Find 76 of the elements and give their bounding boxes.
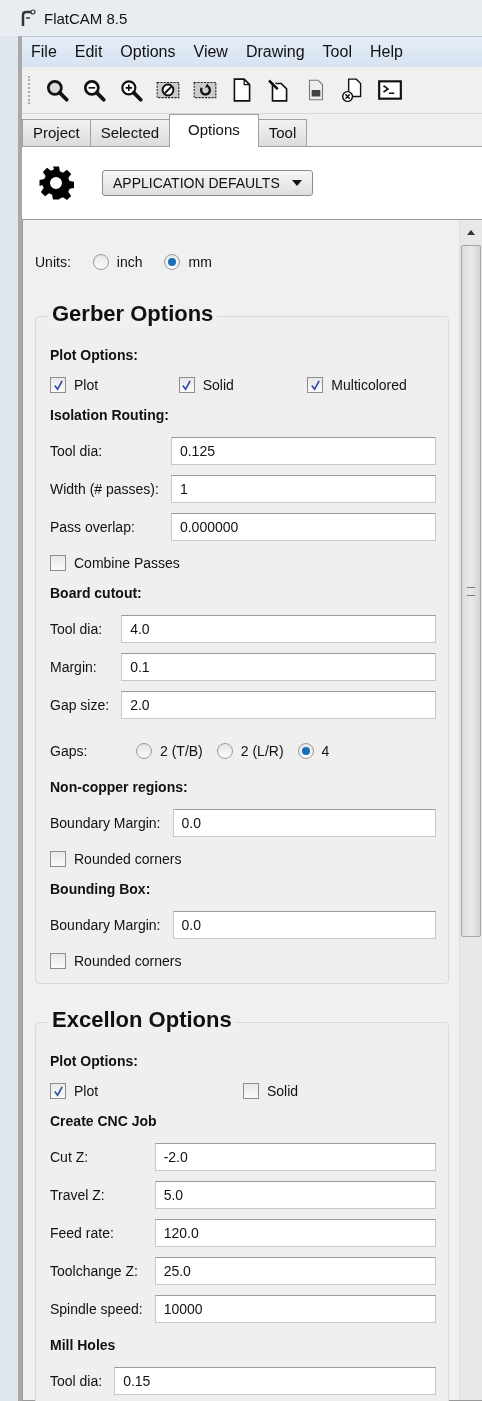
field-label: Margin: xyxy=(50,659,98,675)
checkbox[interactable]: Multicolored xyxy=(307,377,407,393)
field-label: Feed rate: xyxy=(50,1225,115,1241)
subheading: Mill Holes xyxy=(50,1337,116,1353)
subheading: Non-copper regions: xyxy=(50,779,188,795)
subheading: Isolation Routing: xyxy=(50,407,169,423)
field-label: Gap size: xyxy=(50,697,110,713)
input-field[interactable]: 0.1 xyxy=(121,653,436,681)
input-field[interactable]: 10000 xyxy=(154,1295,436,1323)
menu-item[interactable]: Edit xyxy=(65,43,112,61)
checkbox[interactable]: Plot xyxy=(50,1083,99,1099)
radio-option[interactable]: 2 (T/B) xyxy=(136,743,203,759)
menu-item[interactable]: Options xyxy=(111,43,185,61)
field-label: Width (# passes): xyxy=(50,481,159,497)
radio-option[interactable]: mm xyxy=(164,254,212,270)
field-label: Pass overlap: xyxy=(50,519,136,535)
field-label: Tool dia: xyxy=(50,443,104,459)
input-field[interactable]: 4.0 xyxy=(121,615,436,643)
scroll-up-icon[interactable] xyxy=(467,230,475,235)
input-field[interactable]: 2.0 xyxy=(121,691,436,719)
scrollbar[interactable] xyxy=(459,220,482,1400)
subheading: Board cutout: xyxy=(50,585,142,601)
zoom-out-icon[interactable] xyxy=(81,77,107,103)
checkbox[interactable]: Solid xyxy=(178,377,234,393)
tab[interactable]: Selected xyxy=(89,119,171,146)
field-label: Boundary Margin: xyxy=(50,815,161,831)
checkbox[interactable]: Rounded corners xyxy=(50,953,182,969)
terminal-icon[interactable] xyxy=(377,77,403,103)
field-label: Spindle speed: xyxy=(50,1301,143,1317)
input-field[interactable]: 0.000000 xyxy=(170,513,436,541)
subheading: Create CNC Job xyxy=(50,1113,157,1129)
checkbox[interactable]: Combine Passes xyxy=(50,555,180,571)
input-field[interactable]: 1 xyxy=(170,475,436,503)
checkbox[interactable]: Solid xyxy=(243,1083,299,1099)
checkmark-icon xyxy=(309,379,321,391)
field-label: Toolchange Z: xyxy=(50,1263,139,1279)
checkbox[interactable]: Rounded corners xyxy=(50,851,182,867)
input-field[interactable]: 0.125 xyxy=(170,437,436,465)
input-field[interactable]: 5.0 xyxy=(154,1181,436,1209)
subheading: Plot Options: xyxy=(50,347,138,363)
radio-option[interactable]: inch xyxy=(92,254,143,270)
window-title: FlatCAM 8.5 xyxy=(44,9,128,27)
field-label: Travel Z: xyxy=(50,1187,106,1203)
input-field[interactable]: 0.15 xyxy=(114,1367,436,1395)
units-label: Units: xyxy=(35,254,71,270)
field-label: Tool dia: xyxy=(50,621,104,637)
settings-icon xyxy=(38,165,74,201)
checkmark-icon xyxy=(181,379,193,391)
input-field[interactable]: 0.0 xyxy=(172,911,436,939)
menu-item[interactable]: Help xyxy=(360,43,412,61)
menu-item[interactable]: Tool xyxy=(313,43,361,61)
caret-icon xyxy=(291,180,302,186)
menu-item[interactable]: File xyxy=(22,43,66,61)
subheading: Plot Options: xyxy=(50,1053,138,1069)
zoom-in-icon[interactable] xyxy=(118,77,144,103)
radio-option[interactable]: 2 (L/R) xyxy=(216,743,284,759)
tab[interactable]: Project xyxy=(22,119,91,146)
menu-item[interactable]: View xyxy=(184,43,237,61)
checkmark-icon xyxy=(52,1085,64,1097)
magnifier-icon[interactable] xyxy=(44,77,70,103)
subheading: Bounding Box: xyxy=(50,881,151,897)
tab[interactable]: Tool xyxy=(257,119,308,146)
app-logo-icon xyxy=(20,9,36,27)
input-field[interactable]: -2.0 xyxy=(154,1143,436,1171)
preset-dropdown[interactable]: APPLICATION DEFAULTS xyxy=(102,170,313,196)
field-label: Gaps: xyxy=(50,743,89,759)
input-field[interactable]: 120.0 xyxy=(154,1219,436,1247)
menu-item[interactable]: Drawing xyxy=(236,43,314,61)
tab[interactable]: Options xyxy=(169,114,259,147)
field-label: Cut Z: xyxy=(50,1149,90,1165)
checkbox[interactable]: Plot xyxy=(50,377,99,393)
input-field[interactable]: 0.0 xyxy=(172,809,436,837)
checkmark-icon xyxy=(52,379,64,391)
input-field[interactable]: 25.0 xyxy=(154,1257,436,1285)
field-label: Boundary Margin: xyxy=(50,917,161,933)
field-label: Tool dia: xyxy=(50,1373,103,1389)
